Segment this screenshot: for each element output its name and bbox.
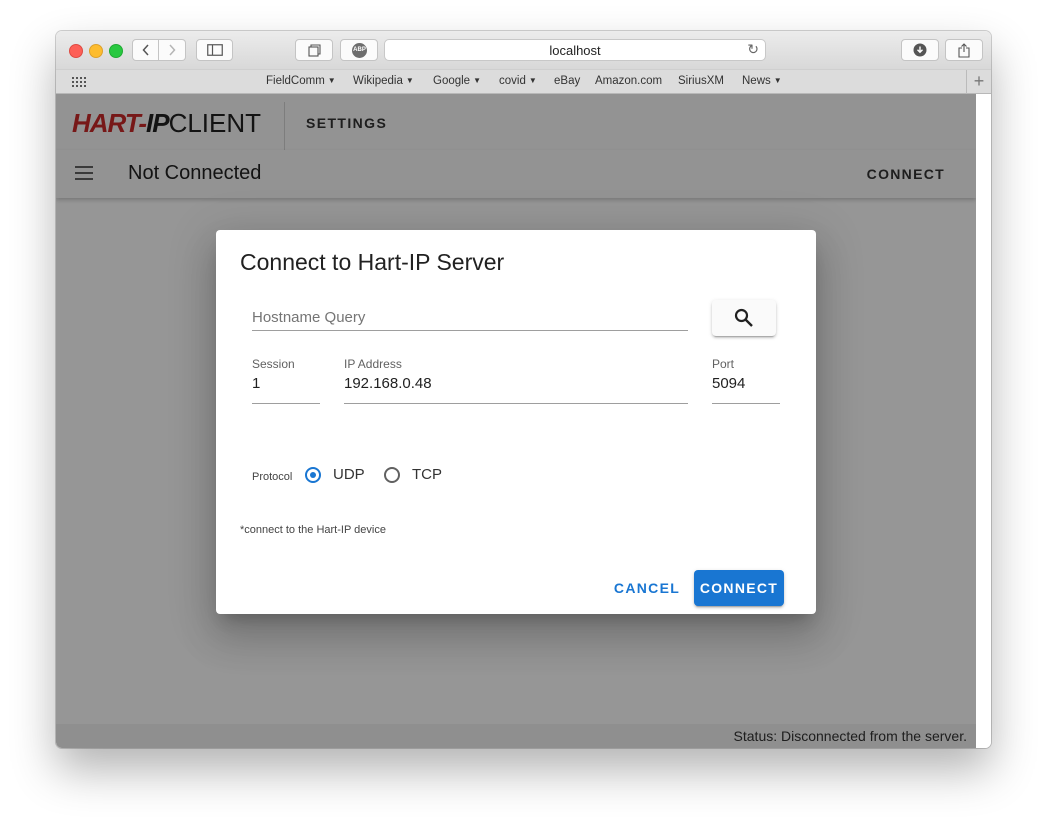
share-icon [958,42,970,58]
download-icon [913,43,927,57]
apps-grid-icon[interactable] [71,76,87,88]
tcp-label[interactable]: TCP [412,466,442,483]
browser-window: ABP localhost ↻ FieldComm ▼ Wikipedia ▼ Go… [56,31,991,748]
bookmark-news[interactable]: News ▼ [742,75,782,87]
bookmark-label: Amazon.com [595,75,663,87]
port-label: Port [712,357,735,371]
port-value: 5094 [712,375,746,392]
session-value: 1 [252,375,261,392]
search-button[interactable] [712,300,776,336]
bookmark-label: Google [433,75,471,87]
tabs-overview-button[interactable] [295,39,333,61]
bookmarks-bar: FieldComm ▼ Wikipedia ▼ Google ▼ covid ▼ eBa… [56,69,991,94]
session-field[interactable]: Session 1 [252,357,320,404]
connect-dialog: Connect to Hart-IP Server Hostname Query… [216,230,816,614]
page-right-edge [976,94,991,748]
browser-toolbar: ABP localhost ↻ [56,31,991,69]
bookmark-label: FieldComm [266,75,325,87]
close-window-button[interactable] [69,44,83,58]
bookmark-label: eBay [554,75,581,87]
chevron-left-icon [141,44,149,56]
tabs-icon [307,43,321,57]
bookmark-google[interactable]: Google ▼ [433,75,481,87]
sidebar-toggle-button[interactable] [196,39,233,61]
new-tab-plus-icon[interactable]: + [966,70,991,94]
sidebar-icon [206,44,223,56]
hostname-query-input[interactable]: Hostname Query [252,302,688,331]
address-bar[interactable]: localhost ↻ [384,39,766,61]
bookmark-label: SiriusXM [678,75,725,87]
connect-button[interactable]: CONNECT [694,570,784,606]
bookmark-label: News [742,75,771,87]
dialog-title: Connect to Hart-IP Server [240,249,505,275]
bookmark-label: Wikipedia [353,75,403,87]
forward-button[interactable] [159,39,186,61]
port-field[interactable]: Port 5094 [712,357,780,404]
bookmark-amazon[interactable]: Amazon.com [595,75,662,87]
adblock-icon: ABP [352,43,367,58]
session-label: Session [252,357,295,371]
protocol-label: Protocol [252,471,293,483]
adblock-extension-button[interactable]: ABP [340,39,378,61]
url-text: localhost [549,43,601,58]
downloads-button[interactable] [901,39,939,61]
chevron-down-icon: ▼ [405,76,414,85]
bookmark-wikipedia[interactable]: Wikipedia ▼ [353,75,414,87]
bookmark-siriusxm[interactable]: SiriusXM [678,75,724,87]
tcp-radio[interactable] [384,467,400,483]
reload-icon[interactable]: ↻ [747,41,759,58]
back-button[interactable] [132,39,159,61]
history-navigation [132,39,186,61]
bookmark-covid[interactable]: covid ▼ [499,75,537,87]
hostname-placeholder: Hostname Query [252,309,366,326]
zoom-window-button[interactable] [109,44,123,58]
ip-address-value: 192.168.0.48 [344,375,432,392]
chevron-down-icon: ▼ [327,76,336,85]
chevron-down-icon: ▼ [528,76,537,85]
minimize-window-button[interactable] [89,44,103,58]
bookmark-label: covid [499,75,526,87]
share-button[interactable] [945,39,983,61]
ip-address-field[interactable]: IP Address 192.168.0.48 [344,357,688,404]
udp-label[interactable]: UDP [333,466,365,483]
connect-hint-text: *connect to the Hart-IP device [240,524,386,536]
chevron-right-icon [169,44,176,56]
bookmark-fieldcomm[interactable]: FieldComm ▼ [266,75,336,87]
web-page: HART-IPCLIENT SETTINGS Not Connected CON… [56,94,976,748]
chevron-down-icon: ▼ [773,76,782,85]
bookmark-ebay[interactable]: eBay [554,75,580,87]
search-icon [734,308,753,327]
udp-radio[interactable] [305,467,321,483]
cancel-button[interactable]: CANCEL [608,570,686,606]
chevron-down-icon: ▼ [473,76,482,85]
ip-address-label: IP Address [344,357,402,371]
